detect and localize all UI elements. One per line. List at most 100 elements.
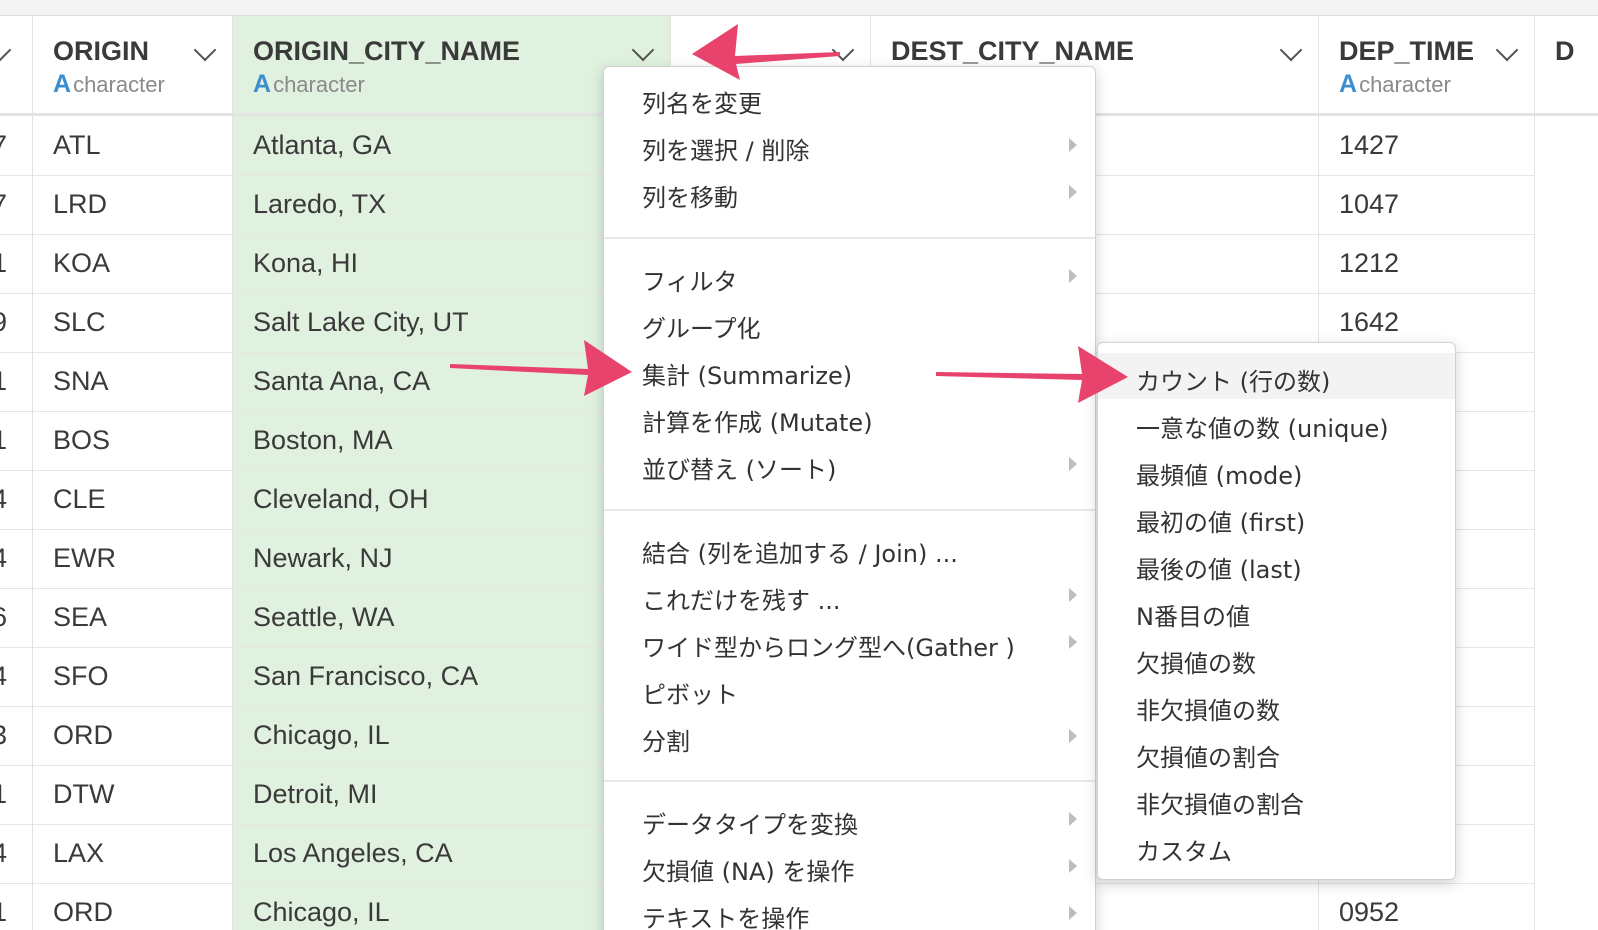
submenu-item[interactable]: 欠損値の数	[1098, 635, 1455, 681]
table-cell[interactable]: 4	[0, 825, 32, 884]
menu-item-label: 集計 (Summarize)	[642, 362, 853, 390]
menu-item[interactable]: 並び替え (ソート)	[604, 441, 1095, 487]
menu-item[interactable]: 列名を変更	[604, 75, 1095, 121]
column-partial-left[interactable]: 7 7 1 9 1 1 4 4 6 4 3 1 4 1	[0, 16, 33, 930]
table-cell[interactable]: 1	[0, 235, 32, 294]
table-cell[interactable]: 1047	[1319, 176, 1534, 235]
menu-item[interactable]: 集計 (Summarize)	[604, 347, 1095, 393]
chevron-down-icon[interactable]	[831, 38, 855, 62]
chevron-down-icon[interactable]	[631, 38, 655, 62]
cell-value: ATL	[53, 130, 101, 160]
menu-item[interactable]: これだけを残す ...	[604, 572, 1095, 618]
submenu-item[interactable]: 最後の値 (last)	[1098, 541, 1455, 587]
submenu-item[interactable]: 一意な値の数 (unique)	[1098, 400, 1455, 446]
column-header[interactable]	[0, 16, 32, 116]
menu-item[interactable]: 結合 (列を追加する / Join) ...	[604, 525, 1095, 571]
table-cell[interactable]: LAX	[33, 825, 232, 884]
menu-item[interactable]: 欠損値 (NA) を操作	[604, 843, 1095, 889]
chevron-down-icon[interactable]	[1495, 38, 1519, 62]
menu-item[interactable]: 列を移動	[604, 169, 1095, 215]
submenu-item-label: 非欠損値の数	[1136, 697, 1280, 725]
menu-item[interactable]: ワイド型からロング型へ(Gather )	[604, 619, 1095, 665]
menu-item[interactable]: 分割	[604, 713, 1095, 759]
column-header[interactable]: D	[1535, 16, 1598, 116]
table-cell[interactable]: SFO	[33, 648, 232, 707]
menu-item-label: データタイプを変換	[642, 811, 858, 839]
cell-value: 1212	[1339, 248, 1400, 278]
table-cell[interactable]: 6	[0, 589, 32, 648]
menu-item[interactable]: ピボット	[604, 666, 1095, 712]
submenu-item[interactable]: 欠損値の割合	[1098, 729, 1455, 775]
table-cell[interactable]: SNA	[33, 353, 232, 412]
column-type: Acharacter	[1339, 70, 1451, 98]
table-cell[interactable]: 9	[0, 294, 32, 353]
table-cell[interactable]: SLC	[33, 294, 232, 353]
cell-value: Cleveland, OH	[253, 484, 429, 514]
table-cell[interactable]: 7	[0, 117, 32, 176]
chevron-down-icon[interactable]	[0, 38, 12, 62]
submenu-item[interactable]: カウント (行の数)	[1098, 353, 1455, 399]
cell-value: Boston, MA	[253, 425, 393, 455]
chevron-down-icon[interactable]	[1279, 38, 1303, 62]
column-context-menu: 列名を変更 列を選択 / 削除 列を移動フィルタ グループ化集計 (Summarize…	[603, 66, 1096, 930]
column-origin[interactable]: ORIGIN Acharacter ATL LRD KOA SLC SNA BOS CLE E…	[33, 16, 233, 930]
cell-value: San Francisco, CA	[253, 661, 479, 691]
menu-item[interactable]: 計算を作成 (Mutate)	[604, 394, 1095, 440]
table-cell[interactable]: ATL	[33, 117, 232, 176]
submenu-item[interactable]: 非欠損値の割合	[1098, 776, 1455, 822]
column-header-dep-time[interactable]: DEP_TIME Acharacter	[1319, 16, 1534, 116]
menu-item-label: ワイド型からロング型へ(Gather )	[642, 634, 1015, 662]
table-cell[interactable]: ORD	[33, 884, 232, 930]
submenu-item[interactable]: 非欠損値の数	[1098, 682, 1455, 728]
cell-value: Laredo, TX	[253, 189, 387, 219]
submenu-item-label: 最後の値 (last)	[1136, 556, 1302, 584]
cell-value: Chicago, IL	[253, 897, 390, 927]
table-cell[interactable]: 4	[0, 471, 32, 530]
menu-item[interactable]: 列を選択 / 削除	[604, 122, 1095, 168]
table-cell[interactable]: 4	[0, 530, 32, 589]
menu-item[interactable]: フィルタ	[604, 253, 1095, 299]
column-name: DEST_CITY_NAME	[891, 36, 1135, 66]
table-cell[interactable]: 1	[0, 412, 32, 471]
table-cell[interactable]: 4	[0, 648, 32, 707]
column-name: ORIGIN_CITY_NAME	[253, 36, 521, 66]
menu-item[interactable]: テキストを操作	[604, 890, 1095, 930]
cell-value: 3	[0, 720, 7, 751]
table-cell[interactable]: 1	[0, 884, 32, 930]
table-cell[interactable]: 1	[0, 766, 32, 825]
cell-value: CLE	[53, 484, 106, 514]
submenu-item[interactable]: 最頻値 (mode)	[1098, 447, 1455, 493]
table-cell[interactable]: EWR	[33, 530, 232, 589]
column-partial-right[interactable]: D	[1535, 16, 1598, 930]
submenu-item-label: カスタム	[1136, 838, 1232, 866]
submenu-item-label: 非欠損値の割合	[1136, 791, 1304, 819]
type-icon: A	[53, 70, 72, 98]
submenu-item[interactable]: 最初の値 (first)	[1098, 494, 1455, 540]
cell-value: LAX	[53, 838, 105, 868]
column-name: ORIGIN	[53, 36, 150, 66]
menu-item[interactable]: グループ化	[604, 300, 1095, 346]
table-cell[interactable]: 0952	[1319, 884, 1534, 930]
submenu-arrow-icon	[1069, 729, 1077, 743]
submenu-item-label: 最初の値 (first)	[1136, 509, 1306, 537]
table-cell[interactable]: SEA	[33, 589, 232, 648]
table-cell[interactable]: ORD	[33, 707, 232, 766]
table-cell[interactable]: 1427	[1319, 117, 1534, 176]
table-cell[interactable]: 7	[0, 176, 32, 235]
menu-item[interactable]: データタイプを変換	[604, 796, 1095, 842]
submenu-arrow-icon	[1069, 185, 1077, 199]
table-cell[interactable]: 1	[0, 353, 32, 412]
table-cell[interactable]: BOS	[33, 412, 232, 471]
submenu-item[interactable]: カスタム	[1098, 823, 1455, 869]
table-cell[interactable]: KOA	[33, 235, 232, 294]
table-cell[interactable]: CLE	[33, 471, 232, 530]
submenu-arrow-icon	[1069, 812, 1077, 826]
table-cell[interactable]: DTW	[33, 766, 232, 825]
submenu-arrow-icon	[1069, 138, 1077, 152]
chevron-down-icon[interactable]	[193, 38, 217, 62]
column-header-origin[interactable]: ORIGIN Acharacter	[33, 16, 232, 116]
table-cell[interactable]: 1212	[1319, 235, 1534, 294]
table-cell[interactable]: 3	[0, 707, 32, 766]
table-cell[interactable]: LRD	[33, 176, 232, 235]
submenu-item[interactable]: N番目の値	[1098, 588, 1455, 634]
